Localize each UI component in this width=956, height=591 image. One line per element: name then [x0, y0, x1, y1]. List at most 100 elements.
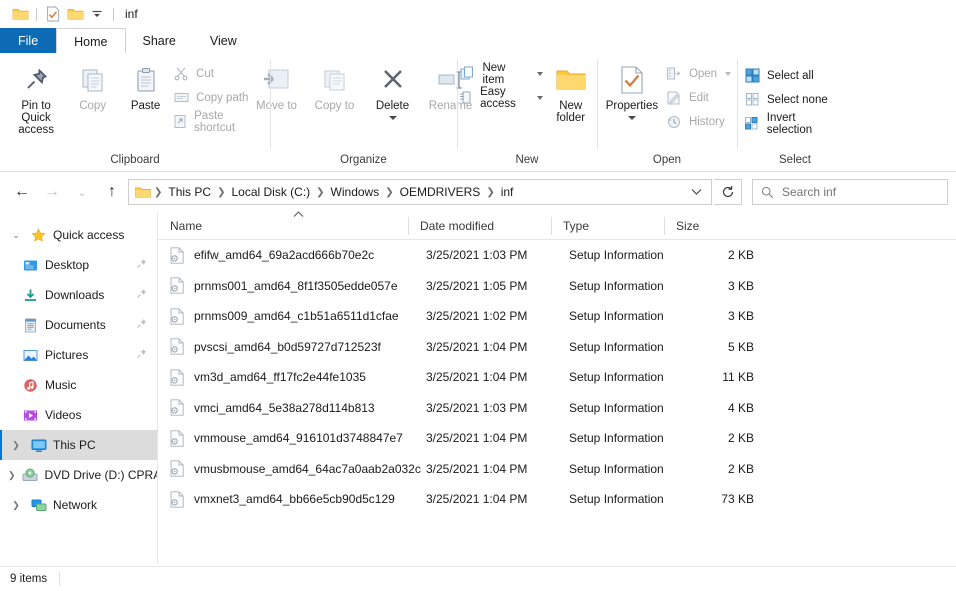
sidebar-item-this-pc[interactable]: ❯ This PC: [0, 430, 157, 460]
file-list: Name Date modified Type Size efifw_amd64…: [158, 212, 956, 564]
sidebar-item-downloads[interactable]: Downloads: [0, 280, 157, 310]
breadcrumb-item-this-pc[interactable]: This PC: [163, 185, 216, 199]
tab-view[interactable]: View: [193, 28, 254, 54]
documents-icon: [22, 317, 39, 334]
file-rows-container: efifw_amd64_69a2acd666b70e2c 3/25/2021 1:…: [158, 240, 956, 515]
move-to-button[interactable]: Move to: [248, 59, 306, 112]
breadcrumb-item-inf[interactable]: inf: [496, 185, 519, 199]
new-folder-button[interactable]: New folder: [547, 59, 595, 124]
chevron-right-icon[interactable]: ❯: [8, 500, 24, 511]
sidebar-item-documents[interactable]: Documents: [0, 310, 157, 340]
customize-caret-icon[interactable]: [86, 4, 108, 24]
pin-icon[interactable]: [136, 288, 147, 302]
edit-button[interactable]: Edit: [665, 87, 735, 108]
pin-icon[interactable]: [136, 348, 147, 362]
sidebar-item-pictures[interactable]: Pictures: [0, 340, 157, 370]
sidebar-item-quick-access[interactable]: ⌄ Quick access: [0, 220, 157, 250]
invert-selection-button[interactable]: Invert selection: [743, 113, 847, 134]
qat-divider-2: [113, 8, 114, 21]
table-row[interactable]: vmusbmouse_amd64_64ac7a0aab2a032c3/25/20…: [158, 454, 956, 485]
delete-label: Delete: [376, 100, 409, 112]
table-row[interactable]: pvscsi_amd64_b0d59727d712523f3/25/2021 1…: [158, 332, 956, 363]
breadcrumb-item-oemdrivers[interactable]: OEMDRIVERS: [395, 185, 486, 199]
table-row[interactable]: vmxnet3_amd64_bb66e5cb90d5c1293/25/2021 …: [158, 484, 956, 515]
forward-arrow-icon[interactable]: →: [38, 178, 66, 206]
select-all-button[interactable]: Select all: [743, 65, 847, 86]
main-content: ⌄ Quick access Desktop Downloa: [0, 212, 956, 564]
open-button[interactable]: Open: [665, 63, 735, 84]
history-label: History: [689, 116, 725, 128]
easy-access-caret-icon[interactable]: [537, 96, 543, 100]
back-arrow-icon[interactable]: ←: [8, 178, 36, 206]
table-row[interactable]: vm3d_amd64_ff17fc2e44fe10353/25/2021 1:0…: [158, 362, 956, 393]
open-caret-icon[interactable]: [725, 72, 731, 76]
pin-icon[interactable]: [136, 258, 147, 272]
new-folder-icon[interactable]: [64, 4, 86, 24]
pin-icon[interactable]: [136, 318, 147, 332]
sidebar-item-music[interactable]: Music: [0, 370, 157, 400]
breadcrumb-sep-2[interactable]: ❯: [315, 187, 325, 198]
table-row[interactable]: vmci_amd64_5e38a278d114b8133/25/2021 1:0…: [158, 393, 956, 424]
paste-label: Paste: [131, 100, 160, 112]
properties-caret-icon[interactable]: [628, 116, 636, 120]
breadcrumb-bar[interactable]: ❯ This PC ❯ Local Disk (C:) ❯ Windows ❯ …: [128, 179, 712, 205]
inf-file-icon: [169, 491, 185, 508]
easy-access-button[interactable]: Easy access: [459, 87, 546, 108]
chevron-down-icon[interactable]: [685, 188, 707, 196]
open-label: Open: [689, 68, 717, 80]
column-header-name[interactable]: Name: [158, 212, 408, 240]
folder-icon[interactable]: [9, 4, 31, 24]
properties-button[interactable]: Properties: [599, 59, 665, 120]
search-input[interactable]: Search inf: [752, 179, 948, 205]
file-size: 3 KB: [682, 279, 754, 293]
sidebar-item-desktop[interactable]: Desktop: [0, 250, 157, 280]
column-header-size[interactable]: Size: [664, 212, 748, 240]
chevron-right-icon[interactable]: ❯: [8, 440, 24, 451]
file-type: Setup Information: [569, 462, 682, 476]
sidebar-item-dvd-drive[interactable]: ❯ DVD Drive (D:) CPRA: [0, 460, 157, 490]
paste-button[interactable]: Paste: [119, 59, 172, 112]
new-item-button[interactable]: New item: [459, 63, 546, 84]
copy-to-button[interactable]: Copy to: [306, 59, 364, 112]
properties-icon[interactable]: [42, 4, 64, 24]
column-header-type[interactable]: Type: [551, 212, 664, 240]
up-arrow-icon[interactable]: ↑: [98, 178, 126, 206]
breadcrumb: ❯ This PC ❯ Local Disk (C:) ❯ Windows ❯ …: [153, 185, 685, 199]
tab-home[interactable]: Home: [56, 28, 125, 54]
tab-file[interactable]: File: [0, 28, 56, 54]
sidebar-item-videos[interactable]: Videos: [0, 400, 157, 430]
table-row[interactable]: prnms009_amd64_c1b51a6511d1cfae3/25/2021…: [158, 301, 956, 332]
sidebar-item-label: Downloads: [45, 288, 104, 302]
ribbon-group-organize: Move to Copy to Delete: [270, 54, 457, 171]
delete-button[interactable]: Delete: [364, 59, 422, 120]
select-none-button[interactable]: Select none: [743, 89, 847, 110]
column-header-date-modified[interactable]: Date modified: [408, 212, 551, 240]
file-date-modified: 3/25/2021 1:04 PM: [426, 370, 569, 384]
breadcrumb-sep-1[interactable]: ❯: [216, 187, 226, 198]
copy-button[interactable]: Copy: [66, 59, 119, 112]
table-row[interactable]: prnms001_amd64_8f1f3505edde057e3/25/2021…: [158, 271, 956, 302]
history-button[interactable]: History: [665, 111, 735, 132]
pin-to-quick-access-button[interactable]: Pin to Quick access: [6, 59, 66, 136]
recent-locations-icon[interactable]: ⌄: [68, 178, 96, 206]
file-type: Setup Information: [569, 492, 682, 506]
table-row[interactable]: vmmouse_amd64_916101d3748847e73/25/2021 …: [158, 423, 956, 454]
file-name: efifw_amd64_69a2acd666b70e2c: [194, 248, 426, 262]
new-item-caret-icon[interactable]: [537, 72, 543, 76]
copy-to-label: Copy to: [315, 100, 355, 112]
tab-share[interactable]: Share: [126, 28, 193, 54]
breadcrumb-sep-3[interactable]: ❯: [384, 187, 394, 198]
select-all-icon: [743, 67, 761, 85]
refresh-icon[interactable]: [714, 179, 742, 205]
breadcrumb-item-local-disk[interactable]: Local Disk (C:): [226, 185, 315, 199]
breadcrumb-sep-4[interactable]: ❯: [485, 187, 495, 198]
chevron-down-icon[interactable]: ⌄: [8, 230, 24, 241]
file-type: Setup Information: [569, 309, 682, 323]
table-row[interactable]: efifw_amd64_69a2acd666b70e2c3/25/2021 1:…: [158, 240, 956, 271]
sidebar-item-network[interactable]: ❯ Network: [0, 490, 157, 520]
file-date-modified: 3/25/2021 1:05 PM: [426, 279, 569, 293]
address-bar: ← → ⌄ ↑ ❯ This PC ❯ Local Disk (C:) ❯ Wi…: [0, 172, 956, 212]
delete-caret-icon[interactable]: [389, 116, 397, 120]
chevron-right-icon[interactable]: ❯: [8, 470, 16, 481]
breadcrumb-item-windows[interactable]: Windows: [326, 185, 385, 199]
